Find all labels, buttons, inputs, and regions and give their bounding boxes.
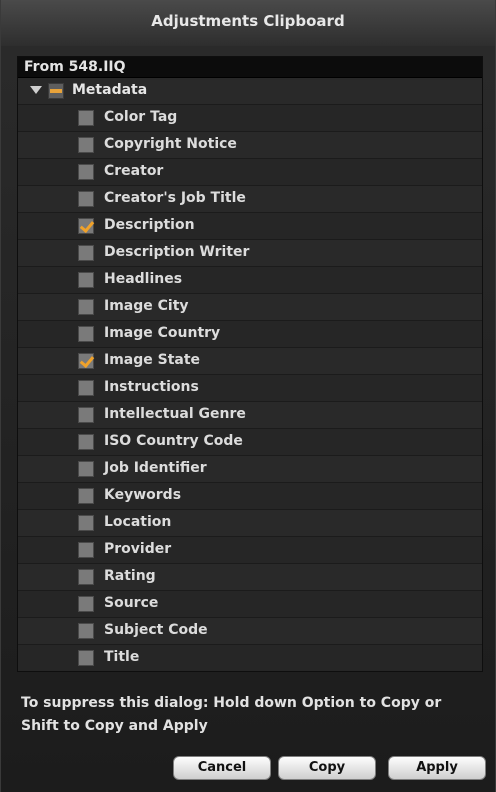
window-title: Adjustments Clipboard bbox=[151, 12, 345, 30]
metadata-item-row[interactable]: Instructions bbox=[18, 375, 482, 402]
checkbox-unchecked[interactable] bbox=[78, 137, 94, 153]
metadata-item-label: Image City bbox=[104, 298, 189, 314]
metadata-item-row[interactable]: Headlines bbox=[18, 267, 482, 294]
checkbox-unchecked[interactable] bbox=[78, 191, 94, 207]
metadata-item-row[interactable]: Title bbox=[18, 645, 482, 671]
metadata-item-row[interactable]: Image City bbox=[18, 294, 482, 321]
metadata-item-label: Intellectual Genre bbox=[104, 406, 246, 422]
checkbox-unchecked[interactable] bbox=[78, 596, 94, 612]
metadata-item-row[interactable]: Description Writer bbox=[18, 240, 482, 267]
metadata-list-panel: From 548.IIQ Metadata Color Tag Copyright… bbox=[17, 56, 483, 672]
copy-button[interactable]: Copy bbox=[278, 756, 376, 780]
checkbox-unchecked[interactable] bbox=[78, 542, 94, 558]
checkbox-unchecked[interactable] bbox=[78, 488, 94, 504]
metadata-item-row[interactable]: Keywords bbox=[18, 483, 482, 510]
suppress-hint-text: To suppress this dialog: Hold down Optio… bbox=[21, 695, 442, 734]
metadata-item-row[interactable]: Source bbox=[18, 591, 482, 618]
checkbox-unchecked[interactable] bbox=[78, 272, 94, 288]
metadata-item-row[interactable]: Rating bbox=[18, 564, 482, 591]
checkbox-unchecked[interactable] bbox=[78, 650, 94, 666]
checkbox-unchecked[interactable] bbox=[78, 164, 94, 180]
metadata-item-row[interactable]: Copyright Notice bbox=[18, 132, 482, 159]
metadata-item-label: Location bbox=[104, 514, 172, 530]
metadata-item-row[interactable]: Provider bbox=[18, 537, 482, 564]
metadata-group-checkbox[interactable] bbox=[48, 83, 64, 99]
adjustments-clipboard-dialog: Adjustments Clipboard From 548.IIQ Metad… bbox=[0, 0, 496, 792]
checkbox-unchecked[interactable] bbox=[78, 407, 94, 423]
disclosure-triangle-icon[interactable] bbox=[30, 86, 42, 94]
metadata-item-row[interactable]: Image Country bbox=[18, 321, 482, 348]
metadata-item-label: Title bbox=[104, 649, 140, 665]
metadata-item-label: Creator bbox=[104, 163, 164, 179]
checkbox-unchecked[interactable] bbox=[78, 245, 94, 261]
checkbox-checked[interactable] bbox=[78, 218, 94, 234]
metadata-item-label: Color Tag bbox=[104, 109, 178, 125]
metadata-item-label: Image Country bbox=[104, 325, 221, 341]
metadata-item-row[interactable]: Intellectual Genre bbox=[18, 402, 482, 429]
checkbox-unchecked[interactable] bbox=[78, 380, 94, 396]
apply-button[interactable]: Apply bbox=[388, 756, 486, 780]
metadata-item-label: Creator's Job Title bbox=[104, 190, 246, 206]
checkbox-checked[interactable] bbox=[78, 353, 94, 369]
checkbox-unchecked[interactable] bbox=[78, 326, 94, 342]
metadata-item-label: Job Identifier bbox=[104, 460, 207, 476]
metadata-item-row[interactable]: Description bbox=[18, 213, 482, 240]
metadata-item-row[interactable]: Color Tag bbox=[18, 105, 482, 132]
checkbox-unchecked[interactable] bbox=[78, 461, 94, 477]
checkbox-unchecked[interactable] bbox=[78, 434, 94, 450]
source-header: From 548.IIQ bbox=[18, 57, 482, 78]
checkbox-unchecked[interactable] bbox=[78, 515, 94, 531]
checkbox-unchecked[interactable] bbox=[78, 110, 94, 126]
metadata-item-label: Headlines bbox=[104, 271, 183, 287]
checkbox-unchecked[interactable] bbox=[78, 623, 94, 639]
metadata-item-row[interactable]: ISO Country Code bbox=[18, 429, 482, 456]
metadata-item-row[interactable]: Creator's Job Title bbox=[18, 186, 482, 213]
metadata-item-label: Subject Code bbox=[104, 622, 208, 638]
metadata-group-row[interactable]: Metadata bbox=[18, 78, 482, 105]
metadata-item-row[interactable]: Subject Code bbox=[18, 618, 482, 645]
checkbox-unchecked[interactable] bbox=[78, 569, 94, 585]
metadata-item-label: Rating bbox=[104, 568, 156, 584]
metadata-item-label: Instructions bbox=[104, 379, 199, 395]
cancel-button[interactable]: Cancel bbox=[173, 756, 271, 780]
group-label: Metadata bbox=[72, 82, 148, 98]
metadata-item-label: Description bbox=[104, 217, 195, 233]
metadata-item-label: Provider bbox=[104, 541, 172, 557]
metadata-item-row[interactable]: Location bbox=[18, 510, 482, 537]
metadata-item-row[interactable]: Image State bbox=[18, 348, 482, 375]
metadata-item-label: Copyright Notice bbox=[104, 136, 237, 152]
metadata-item-label: Description Writer bbox=[104, 244, 250, 260]
metadata-item-label: Keywords bbox=[104, 487, 182, 503]
title-bar[interactable]: Adjustments Clipboard bbox=[1, 0, 495, 46]
metadata-item-label: ISO Country Code bbox=[104, 433, 243, 449]
metadata-item-row[interactable]: Creator bbox=[18, 159, 482, 186]
metadata-item-label: Image State bbox=[104, 352, 201, 368]
metadata-list: Metadata Color Tag Copyright Notice Creato… bbox=[18, 78, 482, 671]
metadata-item-label: Source bbox=[104, 595, 159, 611]
metadata-item-row[interactable]: Job Identifier bbox=[18, 456, 482, 483]
checkbox-unchecked[interactable] bbox=[78, 299, 94, 315]
